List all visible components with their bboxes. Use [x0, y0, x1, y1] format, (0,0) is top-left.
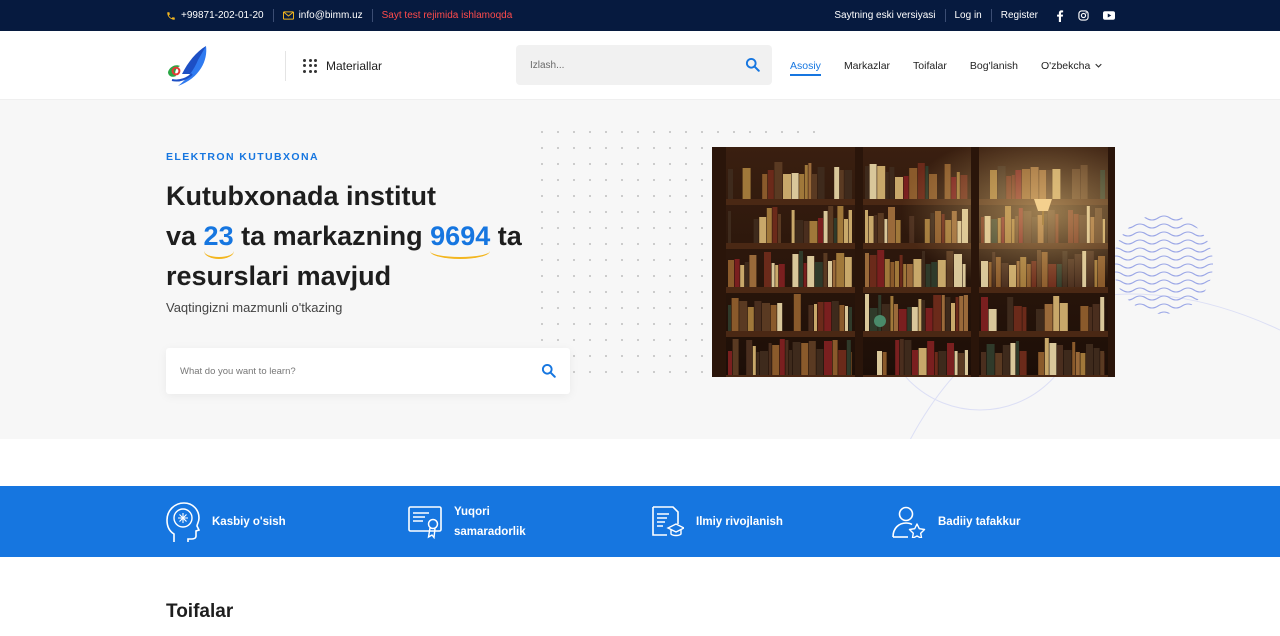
feature-label: Ilmiy rivojlanish [696, 515, 783, 528]
categories-section-title: Toifalar [166, 601, 234, 622]
main-nav: Asosiy Markazlar Toifalar Bog'lanish O'z… [790, 31, 1102, 100]
divider [272, 9, 274, 22]
header-search-input[interactable] [516, 45, 716, 85]
divider [285, 51, 286, 81]
email-link[interactable]: info@bimm.uz [282, 10, 363, 21]
chevron-down-icon [1095, 63, 1102, 68]
instagram-icon[interactable] [1078, 10, 1089, 21]
certificate-icon [408, 505, 442, 539]
feature-label: Yuqori samaradorlik [454, 502, 526, 542]
divider [944, 9, 946, 22]
divider [990, 9, 992, 22]
hero-section: ELEKTRON KUTUBXONA Kutubxonada institut … [0, 100, 1280, 439]
language-label: O'zbekcha [1041, 59, 1091, 72]
feature-label-line: samaradorlik [454, 525, 526, 538]
phone-link[interactable]: +99871-202-01-20 [166, 10, 264, 21]
materials-menu[interactable]: Materiallar [303, 31, 382, 100]
nav-item-categories[interactable]: Toifalar [913, 60, 947, 72]
search-icon[interactable] [745, 57, 760, 72]
youtube-icon[interactable] [1103, 11, 1115, 20]
test-mode-notice: Sayt test rejimida ishlamoqda [381, 10, 513, 21]
document-graduation-icon [652, 505, 684, 536]
top-bar: +99871-202-01-20 info@bimm.uz Sayt test … [0, 0, 1280, 31]
grid-menu-icon [303, 58, 317, 73]
feature-scientific-development[interactable]: Ilmiy rivojlanish [650, 486, 783, 557]
hero-title-line-3: resurslari mavjud [166, 261, 392, 291]
divider [371, 9, 373, 22]
main-header: Materiallar Asosiy Markazlar Toifalar Bo… [0, 31, 1280, 100]
phone-number: +99871-202-01-20 [181, 10, 264, 21]
feature-label: Kasbiy o'sish [212, 515, 286, 528]
decorative-waves [1113, 215, 1213, 314]
nav-item-contact[interactable]: Bog'lanish [970, 60, 1018, 72]
login-link[interactable]: Log in [955, 10, 982, 21]
feature-label: Badiiy tafakkur [938, 515, 1021, 528]
search-icon[interactable] [541, 363, 556, 378]
facebook-icon[interactable] [1056, 9, 1064, 22]
email-address: info@bimm.uz [298, 10, 363, 21]
feature-professional-growth[interactable]: Kasbiy o'sish [166, 486, 286, 557]
header-search [516, 45, 772, 85]
user-star-icon [892, 506, 926, 538]
old-version-link[interactable]: Saytning eski versiyasi [834, 10, 935, 21]
feature-artistic-thinking[interactable]: Badiiy tafakkur [892, 486, 1020, 557]
library-bookshelf-image [712, 147, 1115, 377]
hero-title-part: ta markazning [233, 221, 431, 251]
phone-icon [167, 11, 175, 20]
hero-title-part: ta [490, 221, 522, 251]
features-band: Kasbiy o'sish Yuqori samaradorlik Ilmiy r… [0, 486, 1280, 557]
hero-subtitle: Vaqtingizni mazmunli o'tkazing [166, 300, 343, 315]
hero-eyebrow: ELEKTRON KUTUBXONA [166, 151, 319, 163]
nav-item-home[interactable]: Asosiy [790, 60, 821, 76]
hero-title-line-1: Kutubxonada institut [166, 181, 436, 211]
feature-high-efficiency[interactable]: Yuqori samaradorlik [408, 486, 526, 557]
hero-title-part: va [166, 221, 204, 251]
resources-count: 9694 [430, 216, 491, 259]
site-logo[interactable] [166, 44, 210, 88]
top-links: Saytning eski versiyasi Log in Register [834, 0, 1115, 31]
language-select[interactable]: O'zbekcha [1041, 60, 1102, 72]
social-links [1056, 9, 1115, 22]
centers-count: 23 [203, 216, 234, 259]
materials-label: Materiallar [326, 58, 383, 73]
feature-label-line: Yuqori [454, 505, 490, 518]
hero-title: Kutubxonada institut va 23 ta markazning… [166, 176, 586, 296]
register-link[interactable]: Register [1001, 10, 1038, 21]
contact-info: +99871-202-01-20 info@bimm.uz Sayt test … [166, 0, 512, 31]
head-brain-icon [166, 501, 200, 542]
hero-search-input[interactable] [166, 348, 506, 394]
hero-search [166, 348, 570, 394]
mail-icon [282, 11, 294, 20]
nav-item-centers[interactable]: Markazlar [844, 60, 890, 72]
